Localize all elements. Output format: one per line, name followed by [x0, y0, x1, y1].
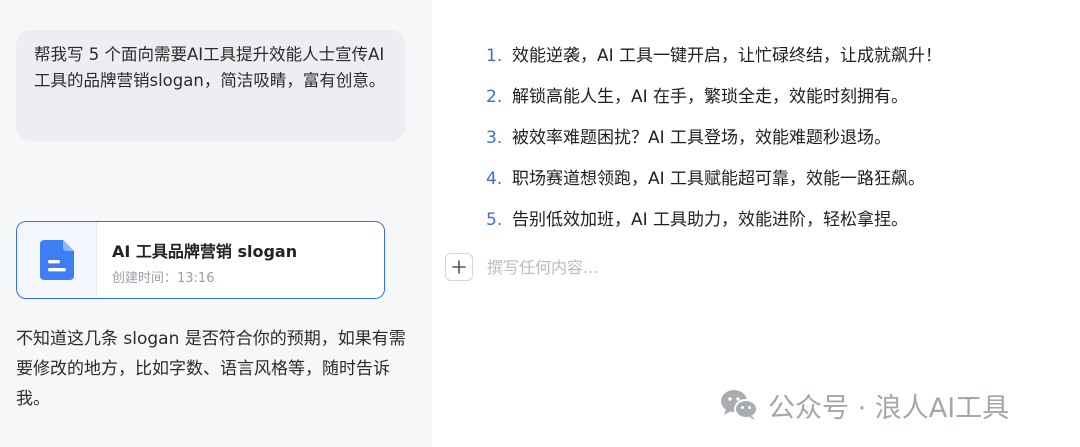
list-item: 4. 职场赛道想领跑，AI 工具赋能超可靠，效能一路狂飙。: [486, 165, 942, 206]
list-item: 2. 解锁高能人生，AI 在手，繁琐全走，效能时刻拥有。: [486, 83, 942, 124]
add-block-button[interactable]: [445, 253, 473, 281]
list-item: 5. 告别低效加班，AI 工具助力，效能进阶，轻松拿捏。: [486, 206, 942, 247]
assistant-message: 不知道这几条 slogan 是否符合你的预期，如果有需要修改的地方，比如字数、语…: [16, 329, 406, 409]
document-created-time: 创建时间：13:16: [112, 271, 215, 286]
plus-icon: [452, 260, 466, 274]
document-icon: [40, 240, 74, 284]
list-item: 3. 被效率难题困扰？AI 工具登场，效能难题秒退场。: [486, 124, 942, 165]
document-card[interactable]: AI 工具品牌营销 slogan 创建时间：13:16: [16, 221, 385, 299]
chat-panel: 帮我写 5 个面向需要AI工具提升效能人士宣传AI工具的品牌营销slogan，简…: [0, 0, 432, 447]
document-editor: 1. 效能逆袭，AI 工具一键开启，让忙碌终结，让成就飙升！ 2. 解锁高能人生，A…: [432, 0, 1080, 447]
document-thumbnail: [17, 222, 97, 297]
list-item-number: 2.: [486, 87, 503, 107]
document-title: AI 工具品牌营销 slogan: [112, 242, 298, 261]
watermark-text: 公众号 · 浪人AI工具: [768, 392, 1010, 424]
compose-input[interactable]: [485, 252, 789, 282]
slogan-list: 1. 效能逆袭，AI 工具一键开启，让忙碌终结，让成就飙升！ 2. 解锁高能人生，A…: [486, 42, 942, 247]
list-item-number: 3.: [486, 128, 503, 148]
list-item-text: 职场赛道想领跑，AI 工具赋能超可靠，效能一路狂飙。: [512, 169, 926, 189]
list-item-number: 1.: [486, 46, 503, 66]
watermark: 公众号 · 浪人AI工具: [720, 385, 1009, 425]
list-item-number: 5.: [486, 210, 503, 230]
user-message-bubble: 帮我写 5 个面向需要AI工具提升效能人士宣传AI工具的品牌营销slogan，简…: [16, 30, 405, 141]
list-item: 1. 效能逆袭，AI 工具一键开启，让忙碌终结，让成就飙升！: [486, 42, 942, 83]
list-item-text: 效能逆袭，AI 工具一键开启，让忙碌终结，让成就飙升！: [512, 46, 943, 66]
list-item-text: 解锁高能人生，AI 在手，繁琐全走，效能时刻拥有。: [512, 87, 909, 107]
wechat-icon: [721, 390, 758, 420]
list-item-text: 告别低效加班，AI 工具助力，效能进阶，轻松拿捏。: [512, 210, 909, 230]
list-item-text: 被效率难题困扰？AI 工具登场，效能难题秒退场。: [512, 128, 892, 148]
list-item-number: 4.: [486, 169, 503, 189]
user-message-text: 帮我写 5 个面向需要AI工具提升效能人士宣传AI工具的品牌营销slogan，简…: [34, 45, 386, 90]
